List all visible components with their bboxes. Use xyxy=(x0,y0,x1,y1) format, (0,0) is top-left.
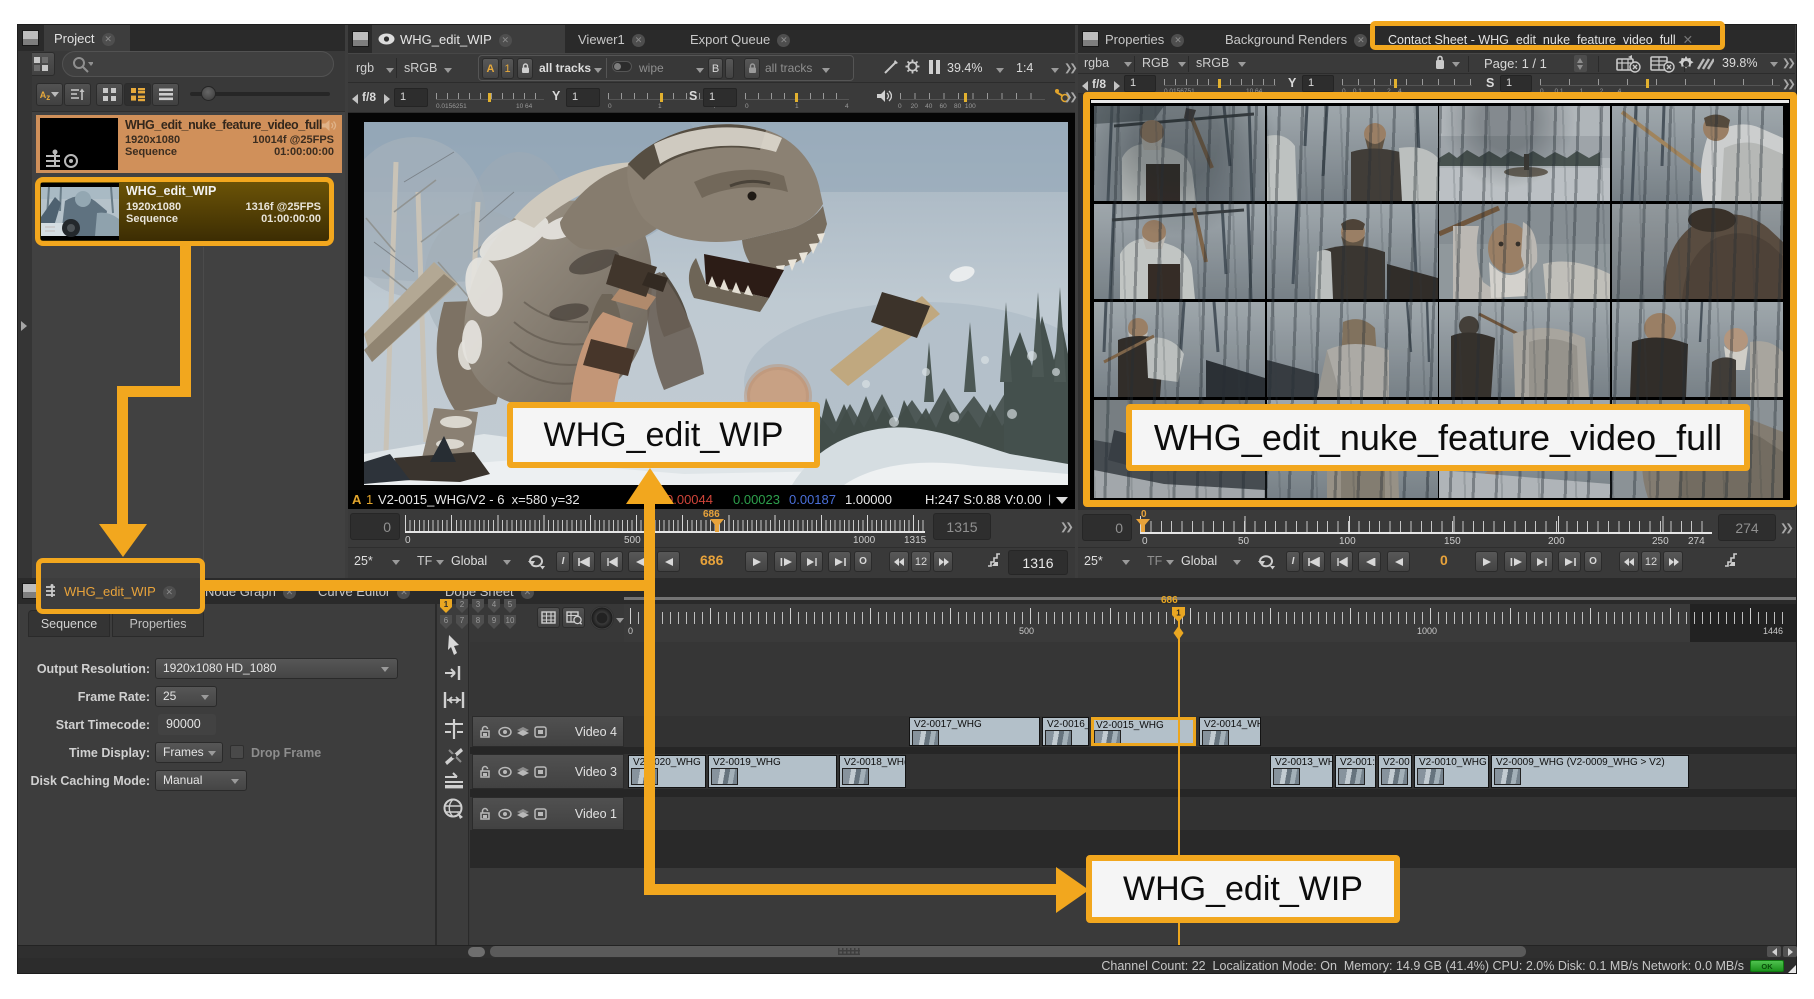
svg-text:1: 1 xyxy=(1176,609,1181,618)
